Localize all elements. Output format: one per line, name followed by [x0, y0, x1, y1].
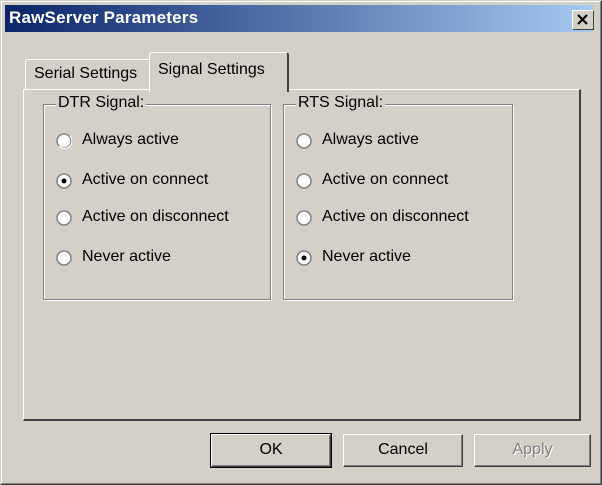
dialog-window: RawServer Parameters Serial Settings Sig…: [0, 0, 602, 485]
radio-unchecked-icon[interactable]: [56, 133, 72, 149]
radio-unchecked-icon[interactable]: [56, 210, 72, 226]
radio-label: Never active: [322, 248, 411, 265]
radio-label: Always active: [322, 131, 419, 148]
radio-label: Always active: [82, 131, 179, 148]
rts-signal-label: RTS Signal:: [296, 94, 386, 112]
radio-unchecked-icon[interactable]: [296, 210, 312, 226]
radio-label: Active on connect: [82, 171, 209, 188]
title-bar[interactable]: RawServer Parameters: [5, 5, 594, 32]
cancel-button[interactable]: Cancel: [343, 434, 463, 467]
radio-label: Active on connect: [322, 171, 449, 188]
window-title: RawServer Parameters: [9, 8, 199, 27]
radio-unchecked-icon[interactable]: [296, 173, 312, 189]
close-icon: [577, 14, 588, 25]
radio-checked-icon[interactable]: [56, 173, 72, 189]
apply-button[interactable]: Apply: [474, 434, 591, 467]
radio-checked-icon[interactable]: [296, 250, 312, 266]
tab-signal-settings[interactable]: Signal Settings: [149, 52, 289, 92]
ok-button[interactable]: OK: [210, 433, 332, 468]
radio-label: Never active: [82, 248, 171, 265]
radio-label: Active on disconnect: [322, 208, 469, 225]
rts-signal-group: RTS Signal: Always active Active on conn…: [283, 94, 513, 300]
dtr-signal-group: DTR Signal: Always active Active on conn…: [43, 94, 271, 300]
tab-serial-settings[interactable]: Serial Settings: [25, 59, 151, 89]
dtr-signal-label: DTR Signal:: [56, 94, 147, 112]
radio-label: Active on disconnect: [82, 208, 229, 225]
close-button[interactable]: [572, 10, 594, 30]
radio-unchecked-icon[interactable]: [296, 133, 312, 149]
radio-unchecked-icon[interactable]: [56, 250, 72, 266]
